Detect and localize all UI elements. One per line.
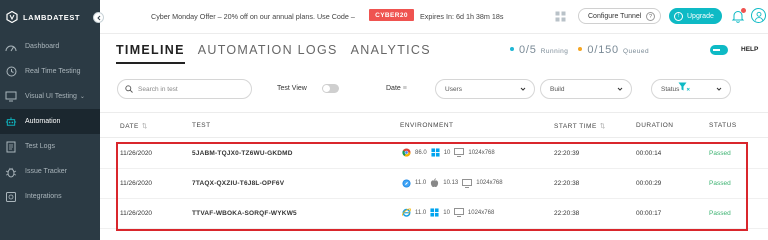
sidebar-item-real-time-testing[interactable]: Real Time Testing [0,59,100,84]
users-dropdown-label: Users [445,85,462,93]
column-start-time-label: START TIME [554,123,597,130]
offer-countdown: Expires In: 6d 1h 38m 18s [420,12,504,21]
arrow-up-icon: ↑ [674,11,683,21]
date-filter-label: Date [386,85,401,92]
test-view-label: Test View [277,85,307,92]
column-start-time[interactable]: START TIME ⇅ [554,122,606,130]
chevron-down-icon: ⌄ [79,94,85,100]
tab-automation-logs[interactable]: AUTOMATION LOGS [198,43,338,64]
column-environment: ENVIRONMENT [400,122,454,129]
lambdatest-logo-icon [6,11,18,23]
chevron-down-icon [716,87,722,91]
notification-badge [741,8,746,13]
search-box[interactable] [117,79,252,99]
offer-text: Cyber Monday Offer – 20% off on our annu… [151,12,355,21]
column-date-label: DATE [120,123,139,130]
integrations-icon [5,191,17,203]
sidebar-item-label: Issue Tracker [25,168,68,175]
highlight-box [116,142,748,231]
sidebar-item-label: Real Time Testing [25,68,81,75]
column-date[interactable]: DATE ⇅ [120,122,148,130]
apps-grid-icon[interactable] [555,11,566,22]
running-dot [510,47,514,51]
clock-icon [5,66,17,78]
column-status: STATUS [709,122,737,129]
build-dropdown[interactable]: Build [540,79,632,99]
logs-icon [5,141,17,153]
tab-timeline[interactable]: TIMELINE [116,43,185,64]
robot-icon [5,116,17,128]
status-dropdown[interactable]: Status [651,79,731,99]
column-duration: DURATION [636,122,674,129]
user-icon [754,11,763,21]
queued-count: 0/150 [587,44,619,56]
sidebar-item-test-logs[interactable]: Test Logs [0,134,100,159]
sidebar-item-label: Dashboard [25,43,60,50]
search-input[interactable] [138,85,248,93]
main-tabs: TIMELINE AUTOMATION LOGS ANALYTICS [116,43,444,64]
sidebar-collapse-button[interactable] [93,12,104,23]
build-dropdown-label: Build [550,85,565,93]
sidebar: LAMBDATEST Dashboard Real Time Testing V… [0,0,104,240]
sidebar-item-visual-ui-testing[interactable]: Visual UI Testing ⌄ [0,84,100,109]
top-bar: Cyber Monday Offer – 20% off on our annu… [100,0,768,34]
dashboard-icon [5,41,17,53]
sidebar-item-label: Integrations [25,193,62,200]
column-test: TEST [192,122,211,129]
chevron-down-icon [520,87,526,91]
filter-funnel-icon[interactable] [678,82,690,92]
tab-analytics[interactable]: ANALYTICS [351,43,431,64]
table-header: DATE ⇅ TEST ENVIRONMENT START TIME ⇅ DURAT… [100,112,768,138]
configure-tunnel-button[interactable]: Configure Tunnel ? [578,8,661,24]
sidebar-item-issue-tracker[interactable]: Issue Tracker [0,159,100,184]
help-link[interactable]: HELP [741,46,758,53]
upgrade-button[interactable]: ↑ Upgrade [669,8,722,24]
bug-icon [5,166,17,178]
sidebar-item-label: Test Logs [25,143,55,150]
chevron-down-icon [617,87,623,91]
search-icon [125,85,133,93]
queued-dot [578,47,583,51]
key-toggle-button[interactable] [710,45,728,55]
monitor-icon [5,91,17,103]
user-avatar[interactable] [751,8,766,23]
chevron-left-icon [96,15,100,20]
brand[interactable]: LAMBDATEST [0,0,104,34]
status-dropdown-label: Status [661,85,680,93]
sort-icon[interactable]: ⇅ [600,123,606,130]
queued-label: Queued [622,48,650,55]
upgrade-label: Upgrade [687,12,714,20]
configure-tunnel-label: Configure Tunnel [588,12,642,20]
filter-lines-icon: ≡ [402,85,407,92]
running-count: 0/5 [519,44,537,56]
sidebar-item-automation[interactable]: Automation [0,109,100,134]
date-filter[interactable]: Date ≡ [386,85,407,92]
brand-name: LAMBDATEST [23,12,81,22]
question-icon[interactable]: ? [646,12,655,21]
sidebar-item-label: Automation [25,118,61,125]
coupon-code-badge: CYBER20 [369,9,414,21]
sort-icon[interactable]: ⇅ [142,123,148,130]
users-dropdown[interactable]: Users [435,79,535,99]
running-label: Running [540,48,569,55]
concurrency-stats: 0/5 Running 0/150 Queued [510,44,659,56]
test-view-toggle[interactable] [322,84,339,93]
sidebar-item-integrations[interactable]: Integrations [0,184,100,209]
sidebar-item-dashboard[interactable]: Dashboard [0,34,100,59]
filter-bar: Test View Date ≡ Users Build Status [100,75,768,105]
sidebar-item-label: Visual UI Testing [25,93,77,100]
